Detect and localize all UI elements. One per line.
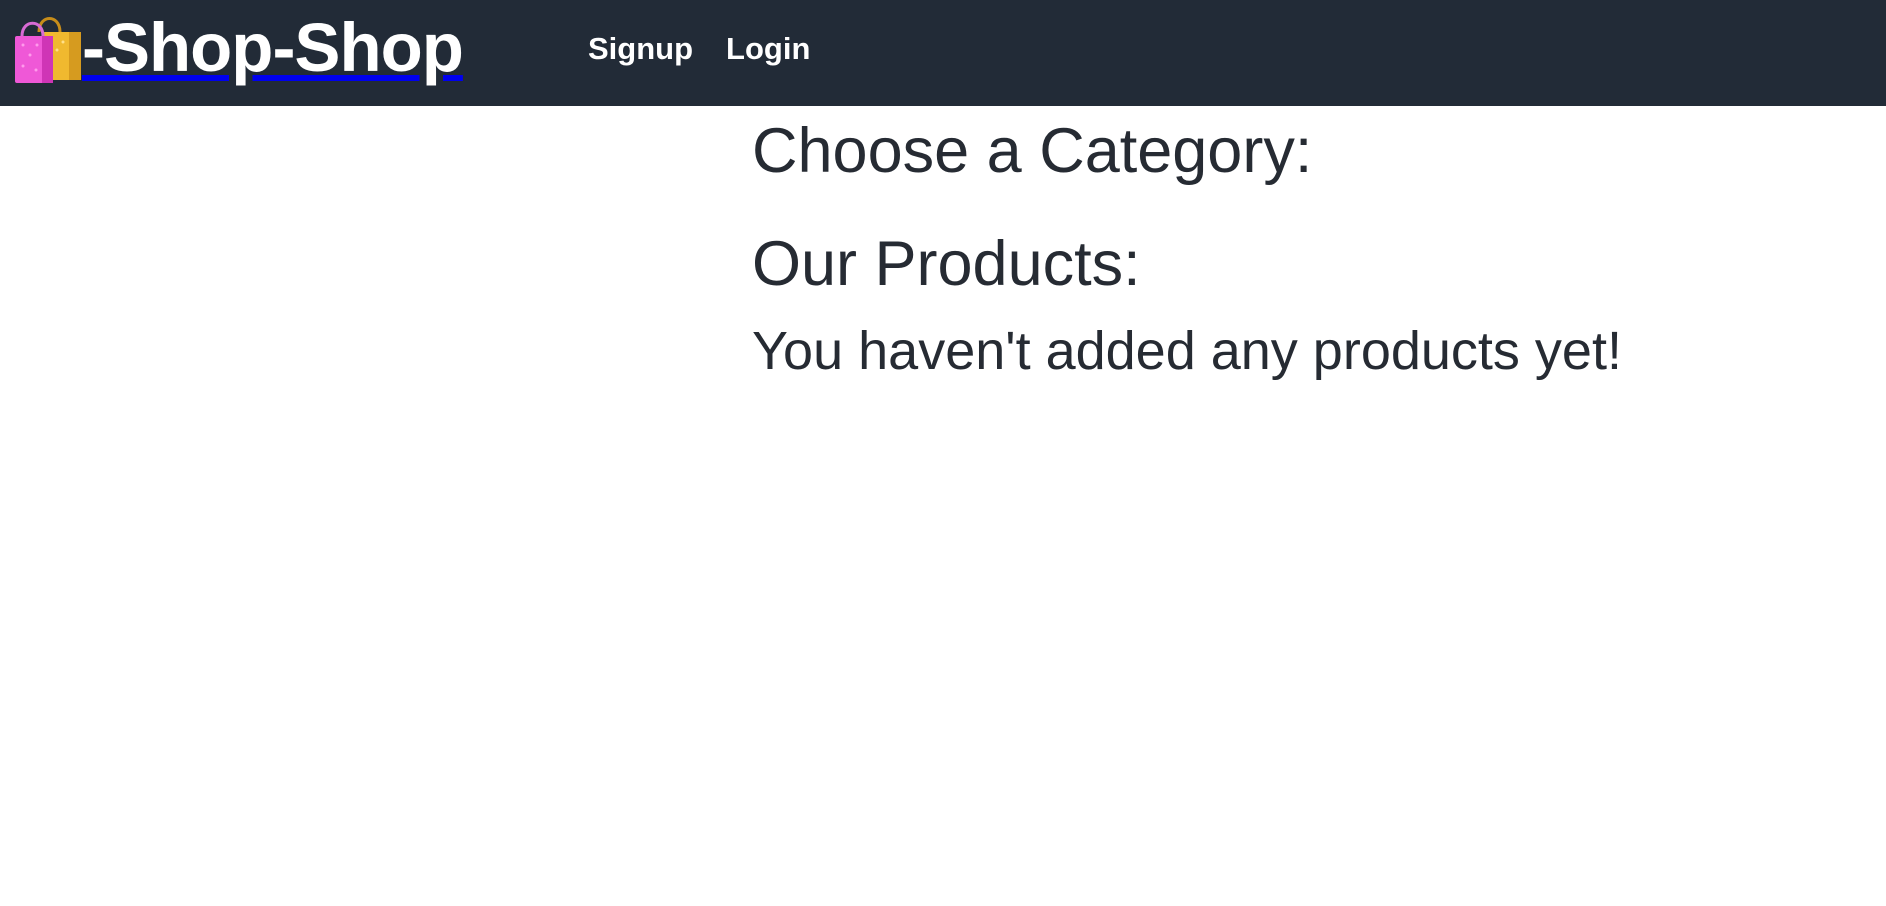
main-navigation: Signup Login xyxy=(588,28,810,70)
empty-products-message: You haven't added any products yet! xyxy=(752,321,1622,381)
brand-name: -Shop-Shop xyxy=(82,8,464,86)
signup-link[interactable]: Signup xyxy=(588,28,693,70)
top-navigation-bar: -Shop-Shop Signup Login xyxy=(0,0,1886,106)
products-heading: Our Products: xyxy=(752,229,1141,299)
login-link[interactable]: Login xyxy=(726,28,810,70)
shopping-bags-icon xyxy=(15,17,81,83)
category-heading: Choose a Category: xyxy=(752,116,1313,186)
brand-home-link[interactable]: -Shop-Shop xyxy=(12,6,464,90)
